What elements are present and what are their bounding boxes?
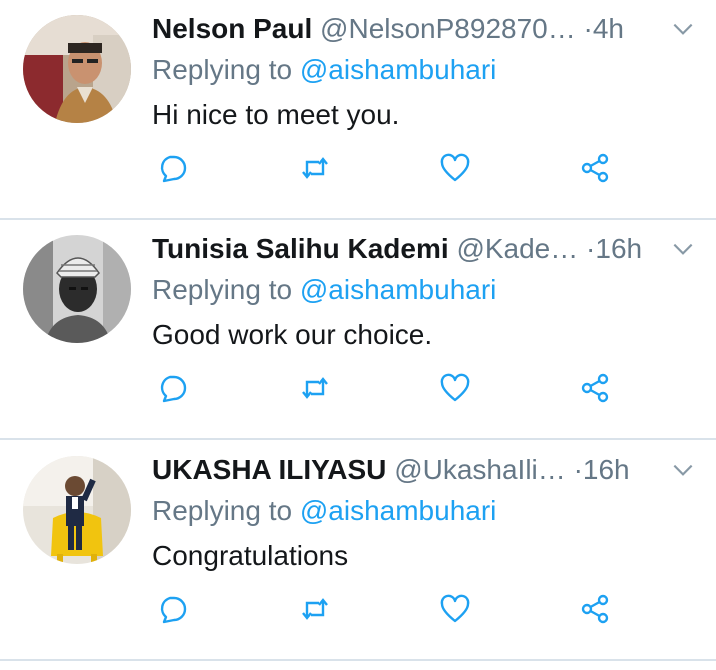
avatar[interactable]	[23, 15, 131, 123]
separator-dot: ·	[586, 233, 596, 264]
replying-to-label: Replying to	[152, 495, 293, 526]
reply-icon	[160, 155, 187, 183]
replying-to-label: Replying to	[152, 54, 293, 85]
author-name[interactable]: UKASHA ILIYASU	[152, 454, 386, 485]
share-button[interactable]	[575, 148, 615, 188]
retweet-icon	[302, 157, 328, 179]
replying-to: Replying to @aishambuhari	[152, 271, 496, 309]
separator-dot: ·	[573, 454, 583, 485]
mention-link[interactable]: @aishambuhari	[300, 274, 497, 305]
replying-to: Replying to @aishambuhari	[152, 492, 496, 530]
retweet-icon	[302, 377, 328, 399]
avatar-photo	[23, 15, 131, 123]
avatar-photo	[23, 456, 131, 564]
tweet-text: Hi nice to meet you.	[152, 99, 400, 130]
tweet[interactable]: Tunisia Salihu Kademi @Kade… ·16h Replyi…	[0, 220, 716, 440]
retweet-button[interactable]	[295, 589, 335, 629]
author-handle[interactable]: @NelsonP892870…	[320, 10, 576, 48]
timestamp[interactable]: 16h	[583, 454, 630, 485]
reply-icon	[160, 596, 187, 624]
like-icon	[440, 153, 470, 182]
like-button[interactable]	[435, 148, 475, 188]
avatar[interactable]	[23, 456, 131, 564]
chevron-down-icon[interactable]	[670, 236, 696, 262]
author-handle[interactable]: @UkashaIli…	[394, 451, 566, 489]
retweet-button[interactable]	[295, 368, 335, 408]
chevron-down-icon[interactable]	[670, 457, 696, 483]
replying-to: Replying to @aishambuhari	[152, 51, 496, 89]
author-name[interactable]: Nelson Paul	[152, 13, 312, 44]
author-handle[interactable]: @Kade…	[456, 230, 578, 268]
like-icon	[440, 594, 470, 623]
reply-button[interactable]	[152, 589, 192, 629]
mention-link[interactable]: @aishambuhari	[300, 54, 497, 85]
share-icon	[581, 153, 609, 183]
reply-button[interactable]	[152, 368, 192, 408]
reply-icon	[160, 375, 187, 403]
tweet[interactable]: Nelson Paul @NelsonP892870… ·4h Replying…	[0, 0, 716, 220]
avatar[interactable]	[23, 235, 131, 343]
author-name[interactable]: Tunisia Salihu Kademi	[152, 233, 449, 264]
timestamp[interactable]: 4h	[593, 13, 624, 44]
share-button[interactable]	[575, 589, 615, 629]
chevron-down-icon[interactable]	[670, 16, 696, 42]
mention-link[interactable]: @aishambuhari	[300, 495, 497, 526]
like-button[interactable]	[435, 368, 475, 408]
tweet-text: Good work our choice.	[152, 319, 433, 350]
retweet-button[interactable]	[295, 148, 335, 188]
tweet-text: Congratulations	[152, 540, 349, 571]
share-icon	[581, 373, 609, 403]
tweet[interactable]: UKASHA ILIYASU @UkashaIli… ·16h Replying…	[0, 441, 716, 661]
timestamp[interactable]: 16h	[595, 233, 642, 264]
like-button[interactable]	[435, 589, 475, 629]
avatar-photo	[23, 235, 131, 343]
share-icon	[581, 594, 609, 624]
reply-button[interactable]	[152, 148, 192, 188]
like-icon	[440, 373, 470, 402]
replying-to-label: Replying to	[152, 274, 293, 305]
share-button[interactable]	[575, 368, 615, 408]
retweet-icon	[302, 598, 328, 620]
separator-dot: ·	[583, 13, 593, 44]
